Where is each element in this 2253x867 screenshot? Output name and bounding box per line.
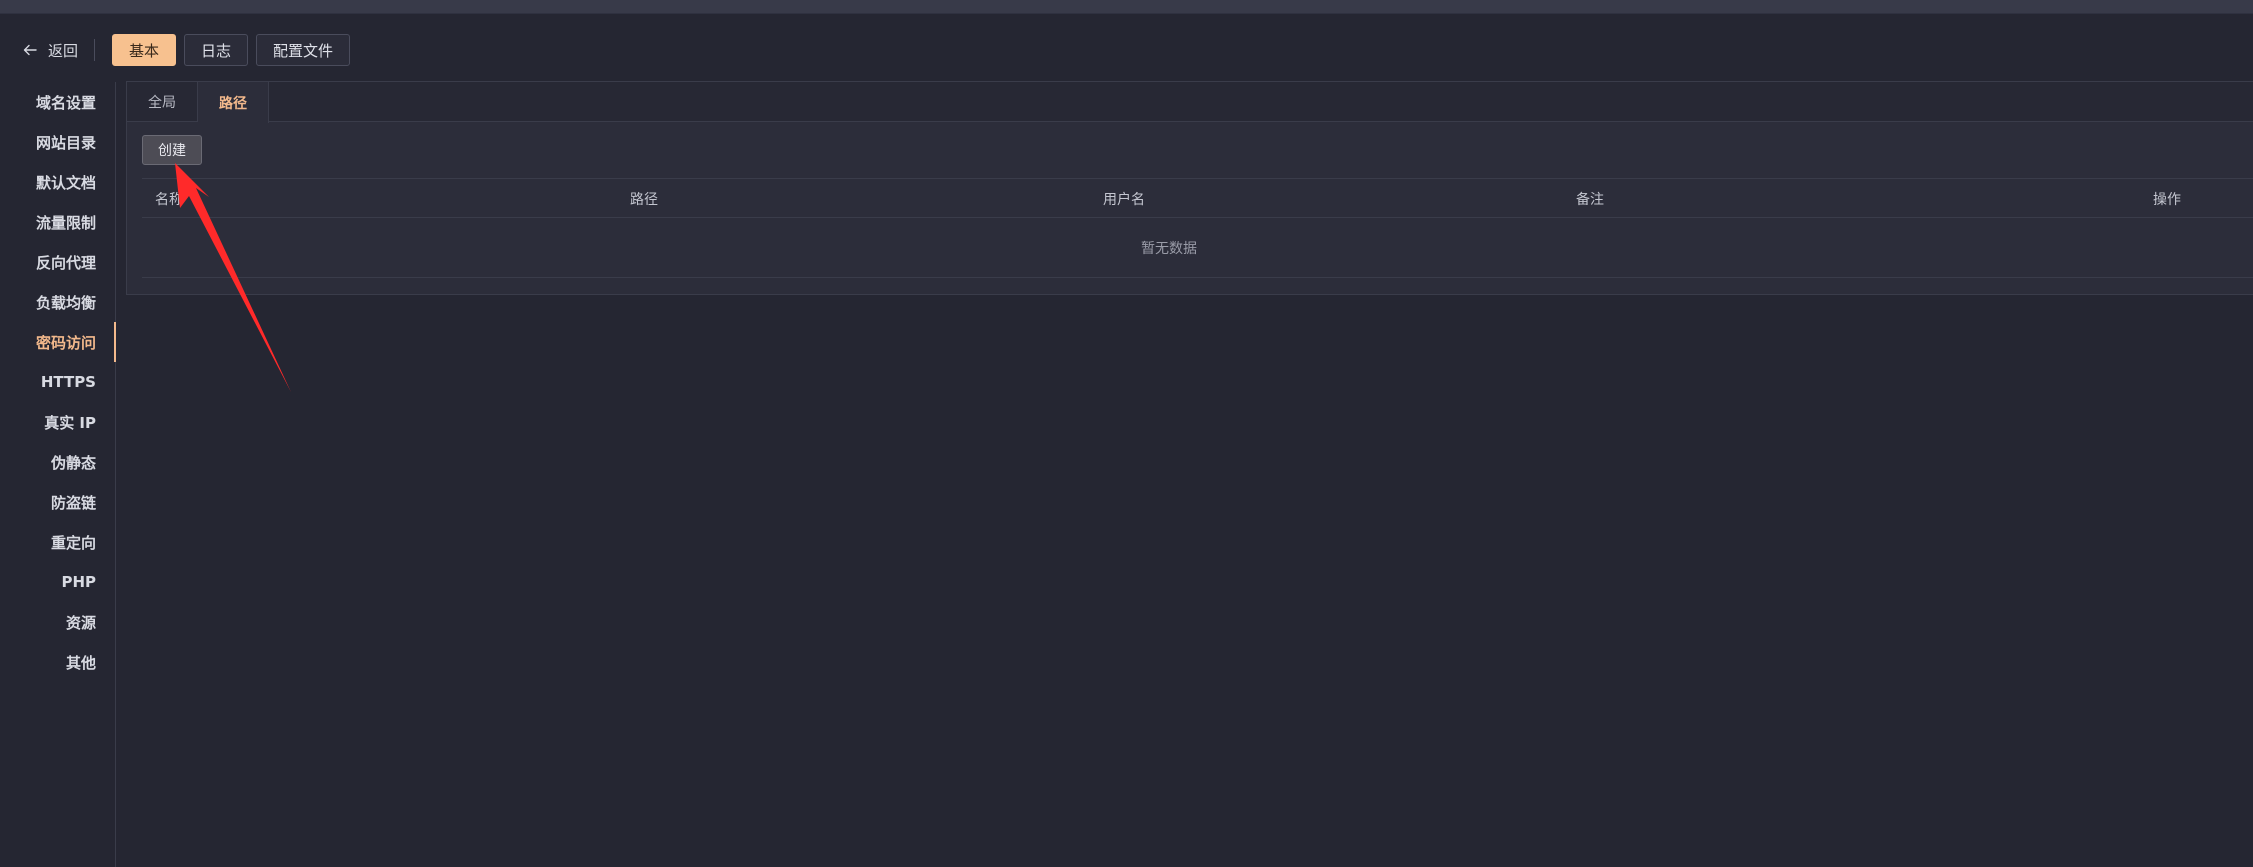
tab-log[interactable]: 日志 — [184, 34, 249, 66]
column-remark: 备注 — [1576, 192, 1604, 208]
column-path: 路径 — [630, 192, 658, 208]
table-header: 名称 路径 用户名 备注 操作 — [142, 178, 2253, 218]
column-actions: 操作 — [2153, 192, 2181, 208]
column-name: 名称 — [155, 192, 183, 208]
panel-toolbar: 创建 — [127, 122, 2253, 178]
sidebar-item-resources[interactable]: 资源 — [0, 602, 115, 642]
back-button[interactable]: 返回 — [22, 32, 94, 68]
password-access-panel: 全局 路径 创建 名称 路径 用户名 备注 操作 暂无数据 — [126, 81, 2253, 295]
page-header: 返回 基本 日志 配置文件 — [0, 28, 2253, 72]
sidebar-item-https[interactable]: HTTPS — [0, 362, 115, 402]
sidebar-item-reverse-proxy[interactable]: 反向代理 — [0, 242, 115, 282]
path-table: 名称 路径 用户名 备注 操作 暂无数据 — [142, 178, 2253, 278]
window-top-strip — [0, 0, 2253, 14]
sidebar-item-hotlink-protection[interactable]: 防盗链 — [0, 482, 115, 522]
create-button[interactable]: 创建 — [142, 135, 202, 165]
header-divider — [94, 39, 96, 61]
sidebar-item-other[interactable]: 其他 — [0, 642, 115, 682]
tab-basic[interactable]: 基本 — [112, 34, 177, 66]
sidebar-item-load-balance[interactable]: 负载均衡 — [0, 282, 115, 322]
sidebar-item-site-directory[interactable]: 网站目录 — [0, 122, 115, 162]
sidebar-item-password-access[interactable]: 密码访问 — [0, 322, 116, 362]
sub-tab-global[interactable]: 全局 — [127, 82, 198, 122]
sidebar-item-real-ip[interactable]: 真实 IP — [0, 402, 115, 442]
sidebar-item-rewrite[interactable]: 伪静态 — [0, 442, 115, 482]
back-label: 返回 — [48, 41, 79, 60]
sidebar-item-default-document[interactable]: 默认文档 — [0, 162, 115, 202]
sidebar-item-domain[interactable]: 域名设置 — [0, 82, 115, 122]
sidebar-item-php[interactable]: PHP — [0, 562, 115, 602]
column-username: 用户名 — [1103, 192, 1145, 208]
sidebar-item-traffic-limit[interactable]: 流量限制 — [0, 202, 115, 242]
table-empty-row: 暂无数据 — [142, 218, 2253, 278]
arrow-left-icon — [23, 44, 37, 56]
sub-tabs: 全局 路径 — [127, 82, 2253, 123]
sidebar-item-redirect[interactable]: 重定向 — [0, 522, 115, 562]
sub-tab-path[interactable]: 路径 — [198, 82, 269, 123]
tab-config-file[interactable]: 配置文件 — [256, 34, 351, 66]
settings-sidebar: 域名设置 网站目录 默认文档 流量限制 反向代理 负载均衡 密码访问 HTTPS… — [0, 82, 116, 867]
